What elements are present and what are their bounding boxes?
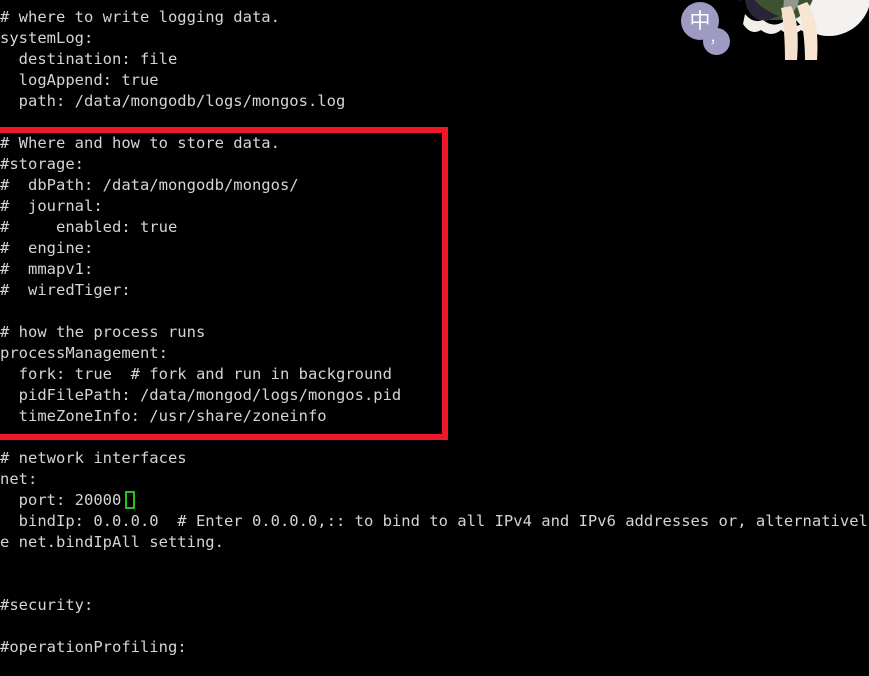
terminal-line: fork: true # fork and run in background — [0, 365, 392, 383]
terminal-line: timeZoneInfo: /usr/share/zoneinfo — [0, 407, 327, 425]
terminal-window: # where to write logging data. systemLog:… — [0, 0, 869, 676]
terminal-line: #storage: — [0, 155, 84, 173]
terminal-line: net: — [0, 470, 38, 488]
terminal-line: # where to write logging data. — [0, 8, 280, 26]
terminal-line: # network interfaces — [0, 449, 187, 467]
terminal-line: processManagement: — [0, 344, 168, 362]
terminal-line: # wiredTiger: — [0, 281, 131, 299]
terminal-line: logAppend: true — [0, 71, 159, 89]
terminal-line: # engine: — [0, 239, 94, 257]
terminal-line: #operationProfiling: — [0, 638, 187, 656]
terminal-line: port: 20000 — [0, 491, 122, 509]
terminal-line: path: /data/mongodb/logs/mongos.log — [0, 92, 346, 110]
terminal-line: # journal: — [0, 197, 103, 215]
terminal-line: # Where and how to store data. — [0, 134, 280, 152]
text-cursor — [125, 491, 136, 509]
terminal-line: # mmapv1: — [0, 260, 94, 278]
terminal-line: bindIp: 0.0.0.0 # Enter 0.0.0.0,:: to bi… — [0, 512, 869, 530]
terminal-line: pidFilePath: /data/mongod/logs/mongos.pi… — [0, 386, 402, 404]
terminal-line: e net.bindIpAll setting. — [0, 533, 224, 551]
terminal-line: systemLog: — [0, 29, 94, 47]
terminal-text-area[interactable]: # where to write logging data. systemLog:… — [0, 0, 869, 676]
terminal-line: # how the process runs — [0, 323, 206, 341]
terminal-line: destination: file — [0, 50, 178, 68]
terminal-line: #security: — [0, 596, 94, 614]
terminal-line: # enabled: true — [0, 218, 178, 236]
terminal-line: # dbPath: /data/mongodb/mongos/ — [0, 176, 299, 194]
